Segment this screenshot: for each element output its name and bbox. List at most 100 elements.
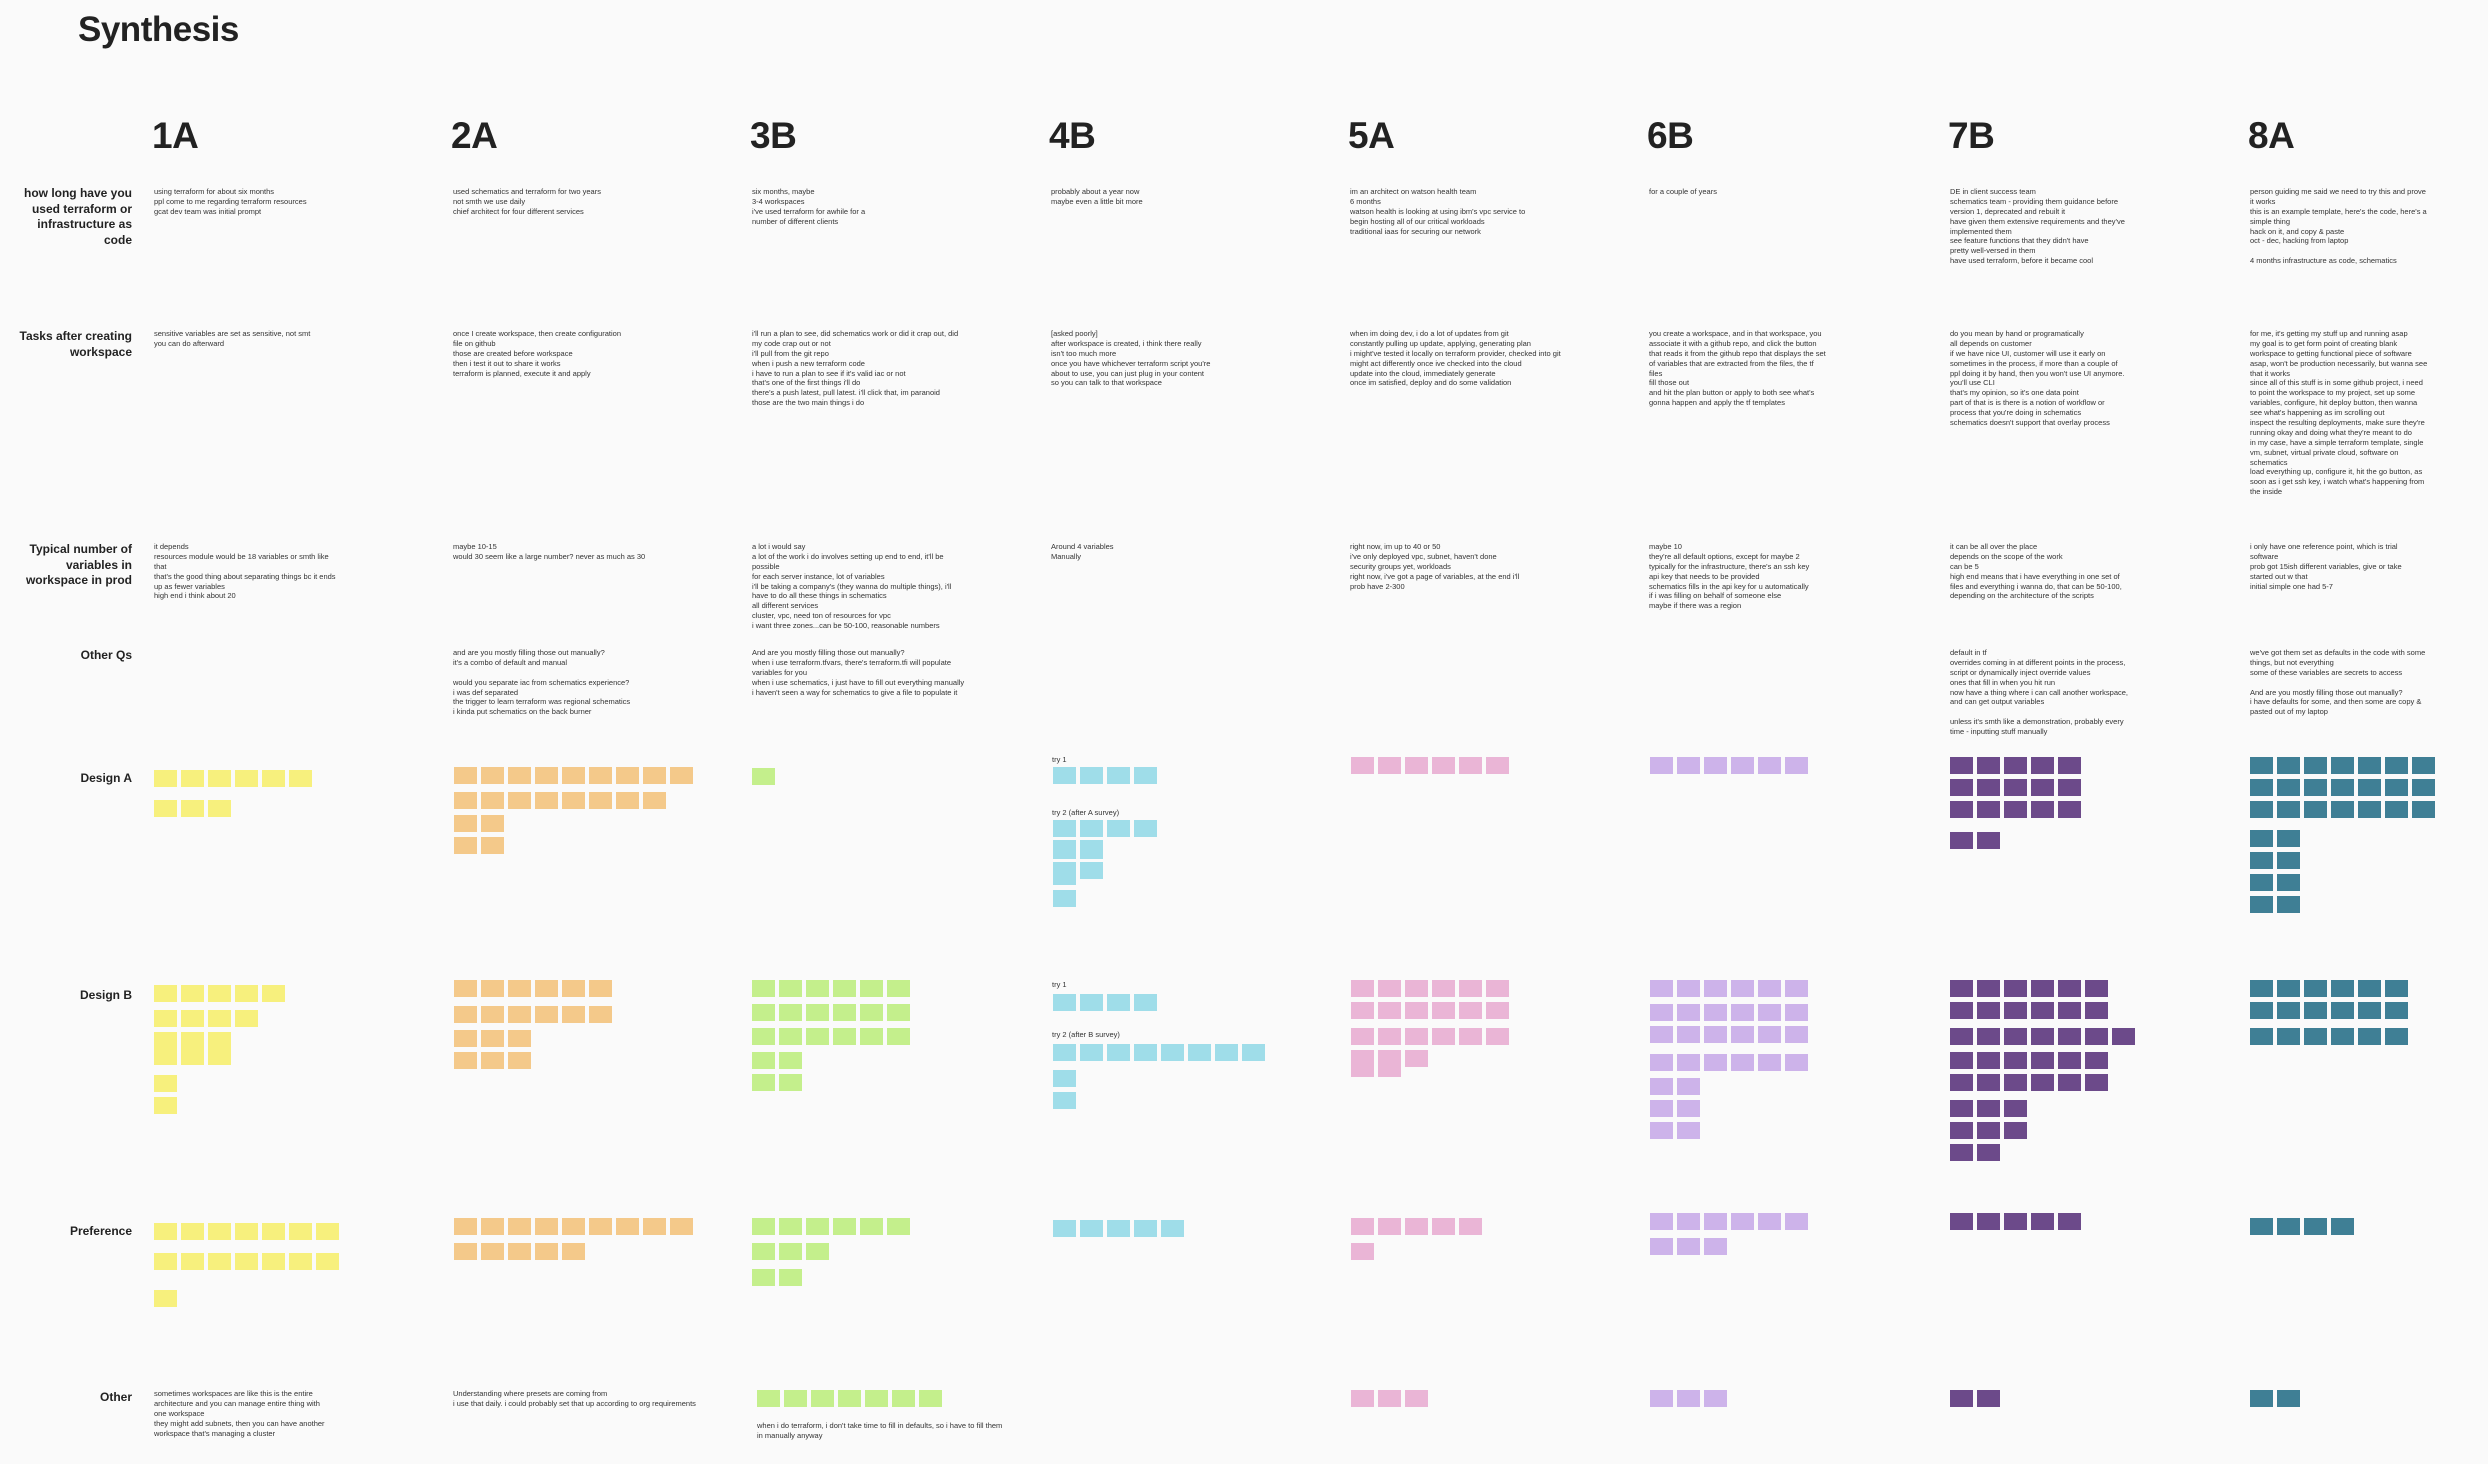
sticky-note[interactable]: [1351, 1060, 1374, 1077]
sticky-note[interactable]: [1677, 1026, 1700, 1043]
sticky-note[interactable]: [1677, 1100, 1700, 1117]
sticky-note[interactable]: [535, 1006, 558, 1023]
sticky-note[interactable]: [1134, 994, 1157, 1011]
sticky-note[interactable]: [1785, 1026, 1808, 1043]
sticky-note[interactable]: [2004, 1213, 2027, 1230]
sticky-note[interactable]: [1650, 1054, 1673, 1071]
sticky-note[interactable]: [670, 1218, 693, 1235]
sticky-note[interactable]: [887, 980, 910, 997]
sticky-note[interactable]: [208, 800, 231, 817]
sticky-note[interactable]: [1351, 1390, 1374, 1407]
sticky-note[interactable]: [1677, 1004, 1700, 1021]
sticky-note[interactable]: [643, 767, 666, 784]
sticky-note[interactable]: [1650, 757, 1673, 774]
sticky-note[interactable]: [2277, 1002, 2300, 1019]
sticky-note[interactable]: [1977, 1144, 2000, 1161]
sticky-note[interactable]: [1977, 779, 2000, 796]
sticky-note[interactable]: [508, 767, 531, 784]
sticky-note[interactable]: [1405, 1218, 1428, 1235]
sticky-note[interactable]: [806, 980, 829, 997]
sticky-note[interactable]: [454, 837, 477, 854]
sticky-note[interactable]: [2277, 1218, 2300, 1235]
sticky-note[interactable]: [508, 792, 531, 809]
sticky-note[interactable]: [1405, 980, 1428, 997]
sticky-note[interactable]: [481, 1006, 504, 1023]
sticky-note[interactable]: [1053, 840, 1076, 857]
sticky-note[interactable]: [752, 1028, 775, 1045]
sticky-note[interactable]: [1677, 1122, 1700, 1139]
sticky-note[interactable]: [2085, 1052, 2108, 1069]
sticky-note[interactable]: [2412, 779, 2435, 796]
sticky-note[interactable]: [1950, 1144, 1973, 1161]
sticky-note[interactable]: [2058, 1074, 2081, 1091]
sticky-note[interactable]: [2385, 980, 2408, 997]
sticky-note[interactable]: [181, 1048, 204, 1065]
sticky-note[interactable]: [1486, 757, 1509, 774]
sticky-note[interactable]: [2250, 1218, 2273, 1235]
sticky-note[interactable]: [860, 980, 883, 997]
sticky-note[interactable]: [779, 1218, 802, 1235]
sticky-note[interactable]: [1107, 820, 1130, 837]
sticky-note[interactable]: [154, 1032, 177, 1049]
sticky-note[interactable]: [1459, 757, 1482, 774]
sticky-note[interactable]: [1161, 1044, 1184, 1061]
sticky-note[interactable]: [454, 767, 477, 784]
sticky-note[interactable]: [1950, 1100, 1973, 1117]
sticky-note[interactable]: [154, 985, 177, 1002]
sticky-note[interactable]: [2031, 1213, 2054, 1230]
sticky-note[interactable]: [535, 792, 558, 809]
sticky-note[interactable]: [2331, 980, 2354, 997]
sticky-note[interactable]: [892, 1390, 915, 1407]
sticky-note[interactable]: [481, 1030, 504, 1047]
sticky-note[interactable]: [1677, 1054, 1700, 1071]
sticky-note[interactable]: [1731, 757, 1754, 774]
sticky-note[interactable]: [1785, 1054, 1808, 1071]
sticky-note[interactable]: [2031, 801, 2054, 818]
sticky-note[interactable]: [1405, 1028, 1428, 1045]
sticky-note[interactable]: [289, 1223, 312, 1240]
sticky-note[interactable]: [2250, 1028, 2273, 1045]
sticky-note[interactable]: [752, 1052, 775, 1069]
sticky-note[interactable]: [616, 1218, 639, 1235]
sticky-note[interactable]: [752, 768, 775, 785]
sticky-note[interactable]: [154, 1253, 177, 1270]
sticky-note[interactable]: [2304, 757, 2327, 774]
sticky-note[interactable]: [2058, 1213, 2081, 1230]
sticky-note[interactable]: [535, 980, 558, 997]
sticky-note[interactable]: [919, 1390, 942, 1407]
sticky-note[interactable]: [289, 770, 312, 787]
sticky-note[interactable]: [1080, 862, 1103, 879]
sticky-note[interactable]: [2085, 1002, 2108, 1019]
sticky-note[interactable]: [833, 1028, 856, 1045]
sticky-note[interactable]: [535, 1243, 558, 1260]
sticky-note[interactable]: [2358, 801, 2381, 818]
sticky-note[interactable]: [1677, 1078, 1700, 1095]
sticky-note[interactable]: [1432, 1028, 1455, 1045]
sticky-note[interactable]: [1650, 1026, 1673, 1043]
sticky-note[interactable]: [2031, 779, 2054, 796]
sticky-note[interactable]: [1351, 1028, 1374, 1045]
sticky-note[interactable]: [1650, 1078, 1673, 1095]
sticky-note[interactable]: [1053, 1220, 1076, 1237]
sticky-note[interactable]: [2412, 801, 2435, 818]
sticky-note[interactable]: [1704, 1390, 1727, 1407]
sticky-note[interactable]: [1053, 994, 1076, 1011]
sticky-note[interactable]: [2085, 980, 2108, 997]
sticky-note[interactable]: [2277, 757, 2300, 774]
sticky-note[interactable]: [1378, 1002, 1401, 1019]
sticky-note[interactable]: [1950, 779, 1973, 796]
sticky-note[interactable]: [2277, 1390, 2300, 1407]
sticky-note[interactable]: [643, 792, 666, 809]
sticky-note[interactable]: [2004, 779, 2027, 796]
sticky-note[interactable]: [1432, 980, 1455, 997]
sticky-note[interactable]: [1950, 1390, 1973, 1407]
sticky-note[interactable]: [562, 767, 585, 784]
sticky-note[interactable]: [1107, 994, 1130, 1011]
sticky-note[interactable]: [208, 1048, 231, 1065]
sticky-note[interactable]: [1134, 820, 1157, 837]
sticky-note[interactable]: [508, 1052, 531, 1069]
sticky-note[interactable]: [2277, 1028, 2300, 1045]
sticky-note[interactable]: [1950, 1028, 1973, 1045]
sticky-note[interactable]: [1351, 1002, 1374, 1019]
sticky-note[interactable]: [2250, 757, 2273, 774]
